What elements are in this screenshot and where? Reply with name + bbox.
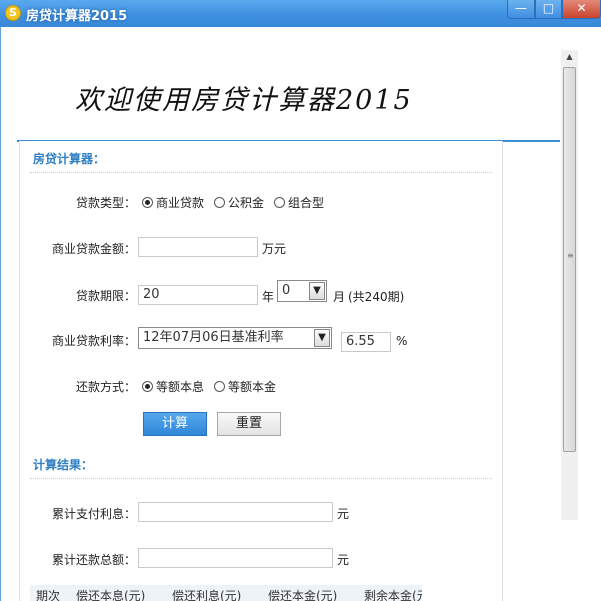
rate-option-value: 12年07月06日基准利率: [143, 330, 284, 345]
years-unit: 年: [262, 290, 275, 304]
radio-selected-icon: [142, 381, 153, 392]
radio-unselected-icon: [274, 197, 285, 208]
minimize-button[interactable]: —: [507, 0, 535, 19]
divider: [30, 172, 492, 173]
radio-label: 等额本金: [228, 380, 277, 394]
interest-unit: 元: [337, 507, 350, 521]
calculator-section-title: 房贷计算器：: [33, 152, 106, 166]
radio-label: 等额本息: [156, 380, 205, 394]
rate-unit: %: [396, 334, 408, 348]
close-button[interactable]: ✕: [562, 0, 601, 19]
chevron-down-icon[interactable]: ▼: [309, 282, 325, 300]
window-title: 房贷计算器2015: [26, 9, 128, 24]
months-unit: 月: [333, 290, 346, 304]
radio-unselected-icon: [214, 381, 225, 392]
radio-label: 公积金: [228, 196, 265, 210]
loan-type-label: 贷款类型：: [75, 196, 136, 210]
radio-label: 组合型: [288, 196, 325, 210]
column-header-interest: 偿还利息(元): [172, 589, 242, 601]
commercial-rate-label: 商业贷款利率：: [51, 334, 136, 348]
grip-icon: ≡: [567, 251, 574, 260]
total-interest-label: 累计支付利息：: [51, 507, 136, 521]
loan-years-input[interactable]: 20: [138, 285, 258, 305]
rate-value-input[interactable]: 6.55: [341, 332, 391, 352]
reset-button[interactable]: 重置: [217, 412, 281, 436]
results-section-title: 计算结果：: [33, 458, 94, 472]
total-repayment-label: 累计还款总额：: [51, 553, 136, 567]
scrollbar-thumb[interactable]: ≡: [563, 67, 576, 452]
rate-option-select[interactable]: 12年07月06日基准利率 ▼: [138, 327, 332, 349]
radio-unselected-icon: [214, 197, 225, 208]
repayment-method-label: 还款方式：: [75, 380, 136, 394]
column-header-principal: 偿还本金(元): [268, 589, 338, 601]
welcome-banner: 欢迎使用房贷计算器2015: [17, 30, 560, 142]
total-repayment-output[interactable]: [138, 548, 333, 568]
maximize-button[interactable]: □: [535, 0, 562, 19]
repayment-equal-principal-radio[interactable]: 等额本金: [214, 378, 276, 395]
scroll-up-arrow-icon[interactable]: ▲: [561, 50, 578, 64]
welcome-text: 欢迎使用房贷计算器2015: [75, 85, 413, 116]
total-interest-output[interactable]: [138, 502, 333, 522]
repayment-unit: 元: [337, 553, 350, 567]
schedule-table-header: 期次 偿还本息(元) 偿还利息(元) 偿还本金(元) 剩余本金(元): [30, 585, 422, 601]
months-value: 0: [282, 283, 291, 298]
loan-type-fund-radio[interactable]: 公积金: [214, 194, 264, 211]
loan-type-combined-radio[interactable]: 组合型: [274, 194, 324, 211]
vertical-scrollbar[interactable]: ▲ ≡: [561, 50, 578, 520]
amount-unit: 万元: [262, 242, 287, 256]
calculate-button[interactable]: 计算: [143, 412, 207, 436]
window-titlebar[interactable]: S 房贷计算器2015 — □ ✕: [0, 0, 601, 27]
radio-label: 商业贷款: [156, 196, 205, 210]
repayment-equal-installment-radio[interactable]: 等额本息: [142, 378, 204, 395]
loan-months-select[interactable]: 0 ▼: [277, 280, 327, 302]
commercial-amount-input[interactable]: [138, 237, 258, 257]
divider: [30, 478, 492, 479]
column-header-remaining: 剩余本金(元): [364, 589, 422, 601]
column-header-period: 期次: [36, 589, 61, 601]
loan-term-label: 贷款期限：: [75, 289, 136, 303]
chevron-down-icon[interactable]: ▼: [314, 329, 330, 347]
app-logo-icon: S: [5, 5, 21, 21]
radio-selected-icon: [142, 197, 153, 208]
total-periods-note: (共240期): [348, 290, 405, 304]
commercial-amount-label: 商业贷款金额：: [51, 242, 136, 256]
column-header-installment: 偿还本息(元): [76, 589, 146, 601]
loan-type-commercial-radio[interactable]: 商业贷款: [142, 194, 204, 211]
